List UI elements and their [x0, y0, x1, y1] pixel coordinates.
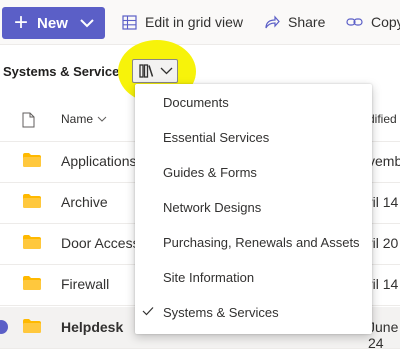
folder-icon — [23, 276, 41, 290]
share-icon — [265, 15, 280, 29]
copy-link-button[interactable]: Copy — [346, 8, 400, 36]
menu-item-label: Purchasing, Renewals and Assets — [163, 235, 360, 250]
chevron-down-icon — [97, 116, 107, 122]
folder-icon — [23, 319, 41, 333]
chevron-down-icon — [80, 18, 94, 28]
library-title: Systems & Services — [3, 64, 127, 79]
item-modified: June 24 — [368, 319, 399, 351]
edit-in-grid-view-label: Edit in grid view — [145, 14, 244, 30]
folder-icon — [23, 235, 41, 249]
item-modified: vemb — [368, 153, 400, 169]
item-name[interactable]: Helpdesk — [61, 319, 123, 335]
copy-label: Copy — [371, 14, 400, 30]
item-modified: ril 20 — [368, 235, 399, 251]
menu-item-documents[interactable]: Documents — [135, 85, 372, 120]
item-name[interactable]: Firewall — [61, 276, 109, 292]
item-modified: ril 14 — [368, 194, 399, 210]
menu-item-label: Essential Services — [163, 130, 270, 145]
menu-item-purchasing-renewals-assets[interactable]: Purchasing, Renewals and Assets — [135, 225, 372, 260]
menu-item-systems-services[interactable]: Systems & Services — [135, 295, 372, 330]
folder-icon — [23, 194, 41, 208]
menu-item-site-information[interactable]: Site Information — [135, 260, 372, 295]
column-header-name[interactable]: Name — [61, 112, 107, 126]
menu-item-label: Documents — [163, 95, 229, 110]
command-bar: + New Edit in grid view Share Copy — [0, 0, 400, 45]
link-icon — [346, 18, 363, 26]
new-button[interactable]: + New — [2, 7, 105, 39]
item-name[interactable]: Door Access — [61, 235, 140, 251]
menu-item-guides-forms[interactable]: Guides & Forms — [135, 155, 372, 190]
folder-icon — [23, 153, 41, 167]
file-type-icon — [22, 112, 35, 128]
library-icon — [139, 64, 154, 78]
menu-item-network-designs[interactable]: Network Designs — [135, 190, 372, 225]
menu-item-label: Systems & Services — [163, 305, 279, 320]
chevron-down-icon — [160, 67, 173, 75]
grid-icon — [122, 14, 137, 30]
item-modified: ril 14 — [368, 276, 399, 292]
edit-in-grid-view-button[interactable]: Edit in grid view — [122, 8, 243, 36]
item-name[interactable]: Archive — [61, 194, 108, 210]
view-switcher-button[interactable] — [132, 59, 178, 83]
share-label: Share — [288, 14, 326, 30]
menu-item-label: Network Designs — [163, 200, 262, 215]
plus-icon: + — [14, 9, 29, 36]
share-button[interactable]: Share — [264, 8, 325, 36]
column-header-modified[interactable]: dified — [368, 112, 397, 126]
menu-item-label: Site Information — [163, 270, 255, 285]
selection-radio[interactable] — [0, 320, 8, 334]
item-name[interactable]: Applications — [61, 153, 137, 169]
menu-item-essential-services[interactable]: Essential Services — [135, 120, 372, 155]
column-name-label: Name — [61, 112, 94, 126]
menu-item-label: Guides & Forms — [163, 165, 257, 180]
checkmark-icon — [142, 307, 154, 316]
view-dropdown-menu: Documents Essential Services Guides & Fo… — [135, 84, 372, 334]
new-button-label: New — [37, 14, 68, 32]
